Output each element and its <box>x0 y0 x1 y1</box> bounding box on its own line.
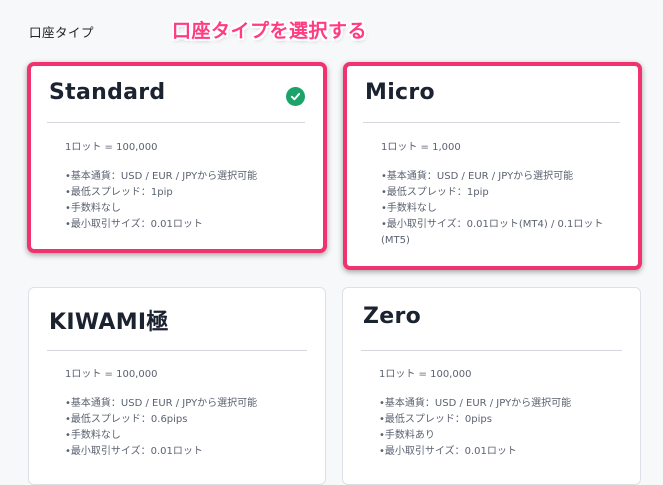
feature-item: 最低スプレッド：1pip <box>65 185 295 201</box>
card-lot-size: 1ロット = 100,000 <box>65 142 158 153</box>
feature-item: 最小取引サイズ：0.01ロット <box>379 444 612 460</box>
card-divider <box>363 122 620 123</box>
feature-item: 最小取引サイズ：0.01ロット(MT4) / 0.1ロット(MT5) <box>381 217 610 249</box>
card-divider <box>47 122 305 123</box>
card-divider <box>47 350 307 351</box>
feature-item: 基本通貨：USD / EUR / JPYから選択可能 <box>381 169 610 185</box>
feature-item: 最低スプレッド：0.6pips <box>65 412 297 428</box>
card-features: 基本通貨：USD / EUR / JPYから選択可能 最低スプレッド：1pip … <box>381 169 610 249</box>
account-card-micro[interactable]: Micro 1ロット = 1,000 基本通貨：USD / EUR / JPYか… <box>343 62 642 270</box>
account-type-page: 口座タイプ 口座タイプを選択する Standard 1ロット = 100,000… <box>0 0 663 485</box>
feature-item: 基本通貨：USD / EUR / JPYから選択可能 <box>65 169 295 185</box>
feature-item: 手数料なし <box>65 428 297 444</box>
card-title: Standard <box>49 80 166 105</box>
account-card-zero[interactable]: Zero 1ロット = 100,000 基本通貨：USD / EUR / JPY… <box>342 287 641 485</box>
card-features: 基本通貨：USD / EUR / JPYから選択可能 最低スプレッド：0.6pi… <box>65 396 297 460</box>
feature-item: 手数料なし <box>381 201 610 217</box>
card-lot-size: 1ロット = 100,000 <box>65 369 158 380</box>
feature-item: 最低スプレッド：1pip <box>381 185 610 201</box>
card-divider <box>361 350 622 351</box>
account-card-kiwami[interactable]: KIWAMI極 1ロット = 100,000 基本通貨：USD / EUR / … <box>28 287 326 485</box>
feature-item: 最小取引サイズ：0.01ロット <box>65 444 297 460</box>
account-card-standard[interactable]: Standard 1ロット = 100,000 基本通貨：USD / EUR /… <box>27 62 327 253</box>
feature-item: 最低スプレッド：0pips <box>379 412 612 428</box>
card-lot-size: 1ロット = 1,000 <box>381 142 461 153</box>
section-label: 口座タイプ <box>29 25 95 40</box>
card-features: 基本通貨：USD / EUR / JPYから選択可能 最低スプレッド：0pips… <box>379 396 612 460</box>
feature-item: 最小取引サイズ：0.01ロット <box>65 217 295 233</box>
card-features: 基本通貨：USD / EUR / JPYから選択可能 最低スプレッド：1pip … <box>65 169 295 233</box>
feature-item: 基本通貨：USD / EUR / JPYから選択可能 <box>65 396 297 412</box>
card-title: KIWAMI極 <box>49 310 169 335</box>
check-circle-icon <box>286 87 305 106</box>
feature-item: 手数料なし <box>65 201 295 217</box>
annotation-callout: 口座タイプを選択する <box>172 20 368 42</box>
feature-item: 手数料あり <box>379 428 612 444</box>
card-title: Micro <box>365 80 435 105</box>
card-title: Zero <box>363 304 422 329</box>
feature-item: 基本通貨：USD / EUR / JPYから選択可能 <box>379 396 612 412</box>
card-lot-size: 1ロット = 100,000 <box>379 369 472 380</box>
